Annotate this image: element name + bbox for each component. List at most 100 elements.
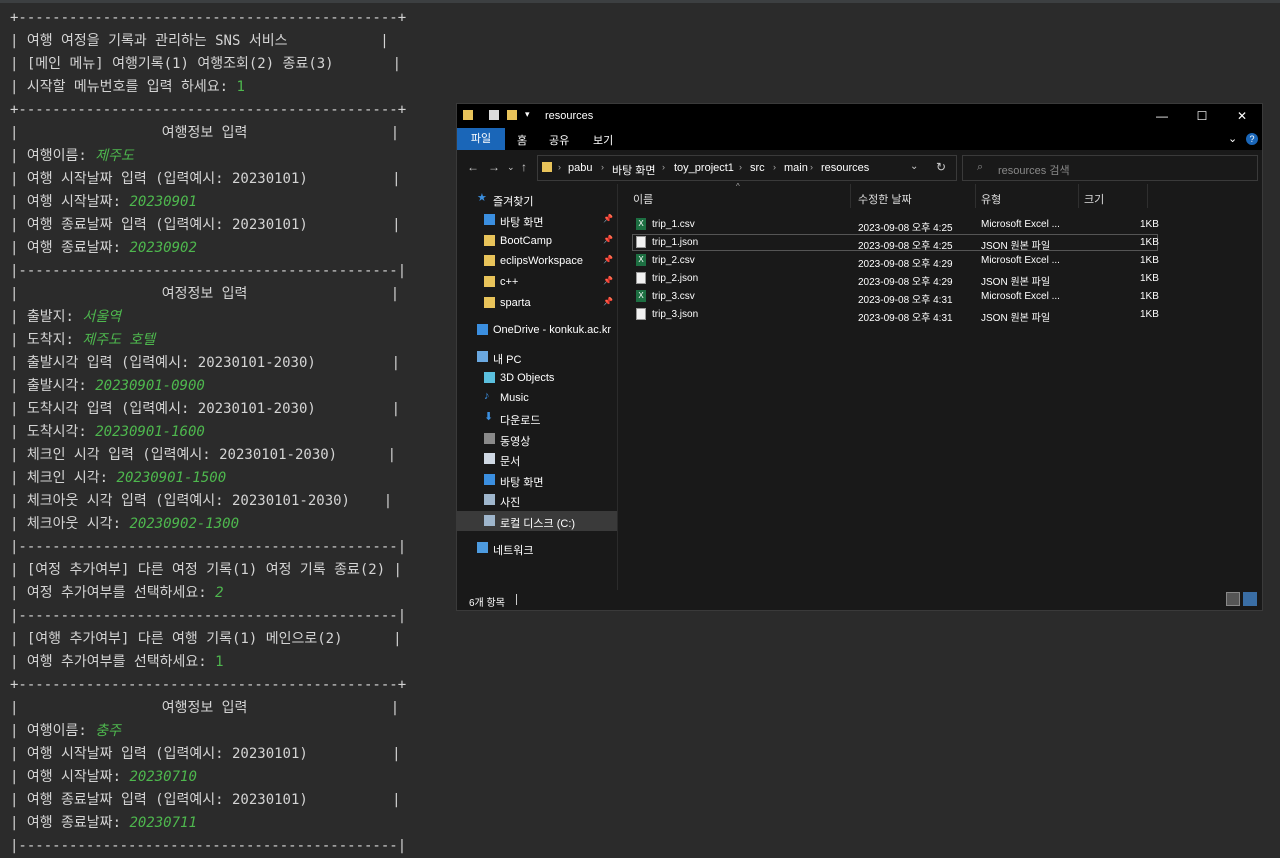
breadcrumb-item[interactable]: src — [750, 162, 765, 174]
column-header-modified[interactable]: 수정한 날짜 — [858, 191, 912, 207]
sidebar-item[interactable]: eclipsWorkspace 📌 — [457, 251, 617, 271]
file-row[interactable]: Xtrip_3.csv 2023-09-08 오후 4:31 Microsoft E… — [632, 288, 1159, 306]
console-line: | 여행이름: 충주 — [10, 720, 430, 743]
picture-icon — [484, 494, 495, 505]
chevron-right-icon[interactable]: › — [558, 162, 561, 172]
file-size: 1KB — [1140, 237, 1159, 248]
minimize-button[interactable]: — — [1142, 104, 1182, 128]
breadcrumb-item[interactable]: 바탕 화면 — [612, 162, 656, 178]
item-count: 6개 항목 — [469, 598, 505, 609]
file-list: ^ 이름 수정한 날짜 유형 크기 Xtrip_1.csv 2023-09-08 … — [618, 182, 1262, 590]
properties-icon[interactable] — [489, 110, 499, 120]
sidebar-item[interactable]: 바탕 화면 — [457, 470, 617, 490]
chevron-right-icon[interactable]: › — [662, 162, 665, 172]
navigation-pane: ★ 즐겨찾기 바탕 화면 📌 BootCamp 📌 eclipsWorkspace 📌 c++ 📌… — [457, 184, 618, 590]
breadcrumb-item[interactable]: toy_project1 — [674, 162, 734, 174]
refresh-icon[interactable]: ↻ — [936, 160, 946, 174]
sidebar-item[interactable]: ♪ Music — [457, 388, 617, 408]
up-button[interactable]: ↑ — [521, 160, 527, 174]
column-header-size[interactable]: 크기 — [1084, 191, 1104, 207]
json-file-icon — [636, 272, 646, 284]
chevron-right-icon[interactable]: › — [810, 162, 813, 172]
column-header-name[interactable]: 이름 — [633, 191, 653, 207]
file-row[interactable]: trip_2.json 2023-09-08 오후 4:29 JSON 원본 파일 1… — [632, 270, 1159, 288]
sidebar-item[interactable]: 내 PC — [457, 347, 617, 367]
console-user-input: 서울역 — [82, 309, 121, 325]
address-bar[interactable]: › pabu › 바탕 화면 › toy_project1 › src › main › resour… — [537, 155, 957, 181]
console-line: | 출발시각: 20230901-0900 — [10, 375, 430, 398]
sidebar-item[interactable]: 네트워크 — [457, 538, 617, 558]
help-icon[interactable]: ? — [1246, 133, 1258, 145]
file-type: Microsoft Excel ... — [981, 255, 1060, 266]
breadcrumb-item[interactable]: resources — [821, 162, 869, 174]
file-name: trip_1.csv — [652, 219, 695, 230]
chevron-down-icon[interactable]: ⌄ — [1228, 132, 1237, 145]
sidebar-item[interactable]: ★ 즐겨찾기 — [457, 189, 617, 209]
sidebar-item[interactable]: 로컬 디스크 (C:) — [457, 511, 617, 531]
recent-locations-button[interactable]: ⌄ — [507, 162, 515, 173]
sidebar-item[interactable]: OneDrive - konkuk.ac.kr — [457, 320, 617, 340]
tab-share[interactable]: 공유 — [549, 132, 569, 148]
column-divider[interactable] — [1078, 184, 1079, 208]
file-row[interactable]: Xtrip_1.csv 2023-09-08 오후 4:25 Microsoft E… — [632, 216, 1159, 234]
breadcrumb-item[interactable]: pabu — [568, 162, 592, 174]
maximize-button[interactable]: ☐ — [1182, 104, 1222, 128]
sidebar-item[interactable]: sparta 📌 — [457, 293, 617, 313]
tab-home[interactable]: 홈 — [517, 132, 527, 148]
sidebar-item[interactable]: ⬇ 다운로드 — [457, 408, 617, 428]
chevron-right-icon[interactable]: › — [739, 162, 742, 172]
search-placeholder: resources 검색 — [998, 165, 1070, 177]
console-line: | 여행 여정을 기록과 관리하는 SNS 서비스 | — [10, 30, 430, 53]
sidebar-item[interactable]: 사진 — [457, 490, 617, 510]
file-name: trip_3.json — [652, 309, 699, 320]
address-dropdown-icon[interactable]: ⌄ — [910, 161, 918, 172]
sidebar-item-label: 즐겨찾기 — [493, 196, 534, 208]
column-divider[interactable] — [1147, 184, 1148, 208]
folder-icon — [484, 235, 495, 246]
file-row[interactable]: Xtrip_2.csv 2023-09-08 오후 4:29 Microsoft E… — [632, 252, 1159, 270]
sidebar-item[interactable]: 3D Objects — [457, 368, 617, 388]
breadcrumb-item[interactable]: main — [784, 162, 808, 174]
console-line: | 여행 종료날짜: 20230711 — [10, 812, 430, 835]
console-line: +---------------------------------------… — [10, 674, 430, 697]
sidebar-item[interactable]: 문서 — [457, 449, 617, 469]
excel-file-icon: X — [636, 218, 646, 230]
excel-file-icon: X — [636, 290, 646, 302]
sidebar-item[interactable]: c++ 📌 — [457, 272, 617, 292]
json-file-icon — [636, 308, 646, 320]
chevron-right-icon[interactable]: › — [773, 162, 776, 172]
console-user-input: 20230710 — [129, 769, 197, 785]
tab-view[interactable]: 보기 — [593, 132, 613, 148]
file-row[interactable]: trip_1.json 2023-09-08 오후 4:25 JSON 원본 파일 1… — [632, 234, 1159, 252]
tab-file[interactable]: 파일 — [457, 128, 505, 150]
details-view-button[interactable] — [1226, 592, 1240, 606]
search-input[interactable]: ⌕ resources 검색 — [962, 155, 1258, 181]
chevron-right-icon[interactable]: › — [601, 162, 604, 172]
column-divider[interactable] — [975, 184, 976, 208]
forward-button[interactable]: → — [488, 160, 500, 174]
sidebar-item[interactable]: 동영상 — [457, 429, 617, 449]
back-button[interactable]: ← — [467, 160, 479, 174]
sidebar-item-label: 네트워크 — [493, 545, 534, 557]
sidebar-item-label: eclipsWorkspace — [500, 255, 583, 267]
console-user-input: 1 — [236, 79, 245, 95]
large-icons-view-button[interactable] — [1243, 592, 1257, 606]
console-output: +---------------------------------------… — [10, 7, 430, 858]
new-folder-icon[interactable] — [507, 110, 517, 120]
folder-icon — [542, 162, 552, 172]
chevron-down-icon[interactable]: ▾ — [525, 109, 530, 120]
file-row[interactable]: trip_3.json 2023-09-08 오후 4:31 JSON 원본 파일 1… — [632, 306, 1159, 324]
console-text: | [메인 메뉴] 여행기록(1) 여행조회(2) 종료(3) | — [10, 56, 402, 72]
column-header-type[interactable]: 유형 — [981, 191, 1001, 207]
console-line: |---------------------------------------… — [10, 260, 430, 283]
console-user-input: 2 — [215, 585, 224, 601]
sidebar-item[interactable]: BootCamp 📌 — [457, 231, 617, 251]
console-text: | 여행정보 입력 | — [10, 700, 400, 716]
console-line: +---------------------------------------… — [10, 99, 430, 122]
console-text: | 여행 여정을 기록과 관리하는 SNS 서비스 | — [10, 33, 389, 49]
sidebar-item-label: 바탕 화면 — [500, 217, 544, 229]
close-button[interactable]: ✕ — [1222, 104, 1262, 128]
sidebar-item[interactable]: 바탕 화면 📌 — [457, 210, 617, 230]
console-line: | 체크인 시각 입력 (입력예시: 20230101-2030) | — [10, 444, 430, 467]
column-divider[interactable] — [850, 184, 851, 208]
